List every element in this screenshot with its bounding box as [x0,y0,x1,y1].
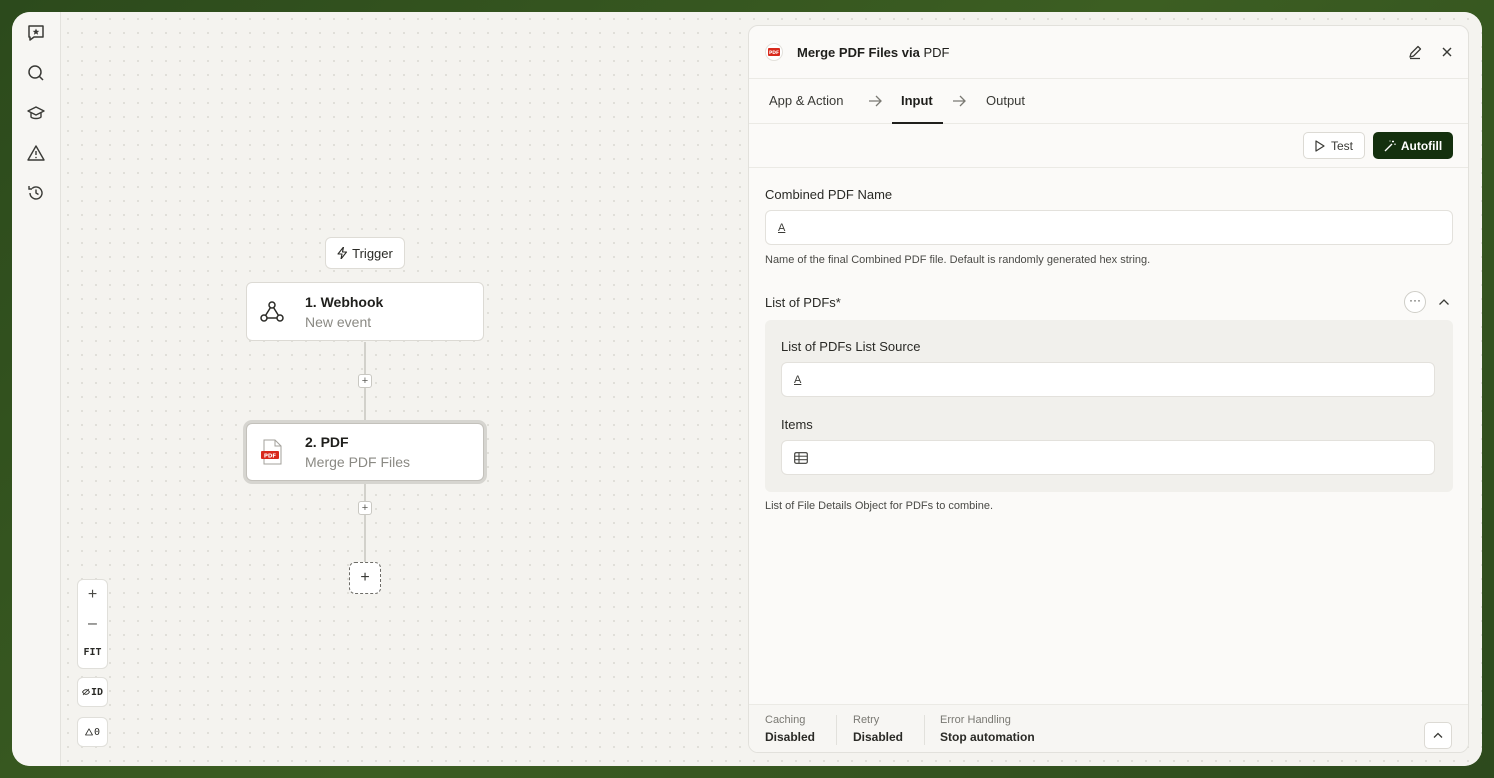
graduation-cap-icon[interactable] [24,101,48,125]
lightning-icon [337,247,348,259]
list-source-field[interactable]: A [781,362,1435,397]
eye-off-icon [81,688,90,696]
error-handling-label: Error Handling [940,714,1011,726]
autofill-button[interactable]: Autofill [1373,132,1453,159]
text-type-icon: A [778,221,786,234]
zoom-in-button[interactable]: + [78,580,107,609]
zoom-controls: + – FIT [77,579,108,669]
warnings-button[interactable]: 0 [77,717,108,747]
step-config-panel: PDF Merge PDF Files via PDF App & Action… [748,25,1469,753]
caching-value: Disabled [765,730,816,744]
toggle-ids-label: ID [90,686,104,698]
arrow-right-icon [869,95,882,107]
star-chat-icon[interactable] [24,21,48,45]
webhook-icon [259,299,285,325]
close-icon[interactable] [1438,43,1456,61]
node-subtitle: New event [305,313,372,330]
text-type-icon: A [794,373,802,386]
error-handling-value: Stop automation [940,730,1035,744]
table-icon [794,451,808,464]
error-handling-setting[interactable]: Error Handling Stop automation [940,714,1035,744]
connector-line [364,482,366,562]
svg-text:PDF: PDF [264,453,277,459]
expand-footer-button[interactable] [1424,722,1452,749]
node-title: 2. PDF [305,434,349,450]
footer-divider [924,715,925,745]
panel-actions: Test Autofill [749,124,1468,168]
autofill-label: Autofill [1400,138,1443,153]
panel-tabs: App & Action Input Output [749,79,1468,124]
list-of-pdfs-help: List of File Details Object for PDFs to … [765,500,994,512]
more-options-button[interactable]: ··· [1404,291,1426,313]
test-label: Test [1330,138,1353,153]
warnings-count: 0 [93,726,101,738]
panel-title-app: PDF [923,45,950,60]
panel-header: PDF Merge PDF Files via PDF [749,26,1468,79]
combined-pdf-name-help: Name of the final Combined PDF file. Def… [765,254,1151,266]
play-icon [1315,139,1325,152]
panel-footer: Caching Disabled Retry Disabled Error Ha… [749,704,1468,752]
combined-pdf-name-label: Combined PDF Name [765,187,893,202]
tab-output[interactable]: Output [986,93,1025,108]
svg-text:PDF: PDF [769,50,779,56]
arrow-right-icon [953,95,966,107]
add-step-button[interactable]: + [358,374,372,388]
app-window: Trigger 1. Webhook New event + PDF 2. PD… [12,12,1482,766]
chevron-up-icon [1433,732,1443,738]
node-pdf[interactable]: PDF 2. PDF Merge PDF Files [246,423,484,481]
history-icon[interactable] [24,181,48,205]
items-label: Items [781,417,813,432]
warning-icon[interactable] [24,141,48,165]
trigger-label: Trigger [352,245,393,261]
pdf-icon: PDF [259,439,285,465]
add-step-button-final[interactable]: + [349,562,381,594]
trigger-chip[interactable]: Trigger [325,237,405,269]
node-webhook[interactable]: 1. Webhook New event [246,282,484,341]
node-subtitle: Merge PDF Files [305,454,411,470]
add-step-button[interactable]: + [358,501,372,515]
tab-app-action[interactable]: App & Action [769,93,843,108]
footer-divider [836,715,837,745]
retry-setting[interactable]: Retry Disabled [853,714,903,744]
list-source-label: List of PDFs List Source [781,339,921,354]
tab-input[interactable]: Input [901,93,933,108]
edit-icon[interactable] [1406,43,1424,61]
toggle-ids-button[interactable]: ID [77,677,108,707]
panel-title: Merge PDF Files via PDF [797,45,950,60]
combined-pdf-name-field[interactable]: A [765,210,1453,245]
warning-icon [85,728,93,736]
node-title: 1. Webhook [305,293,384,310]
items-field[interactable] [781,440,1435,475]
list-of-pdfs-group: List of PDFs List Source A Items [765,320,1453,492]
pdf-app-icon: PDF [765,43,783,61]
list-of-pdfs-label: List of PDFs* [765,295,841,310]
fit-view-button[interactable]: FIT [78,638,107,667]
test-button[interactable]: Test [1303,132,1365,159]
search-icon[interactable] [24,61,48,85]
magic-wand-icon [1384,140,1396,151]
left-sidebar [12,12,61,766]
retry-label: Retry [853,714,880,726]
caching-setting[interactable]: Caching Disabled [765,714,815,744]
retry-value: Disabled [853,730,904,744]
chevron-up-icon[interactable] [1436,294,1452,310]
caching-label: Caching [765,714,806,726]
zoom-out-button[interactable]: – [78,609,107,638]
